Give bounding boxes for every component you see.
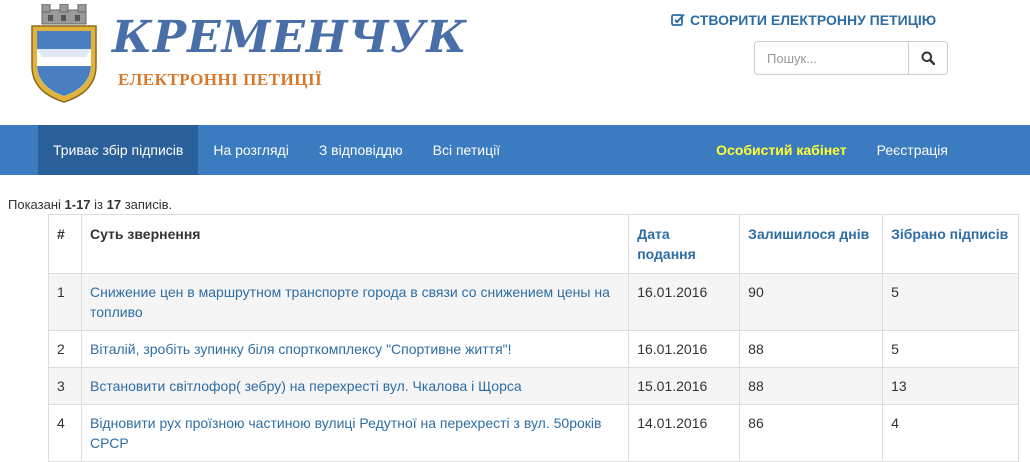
row-subject: Снижение цен в маршрутном транспорте гор… [80, 273, 630, 331]
petition-link[interactable]: Відновити рух проїзною частиною вулиці Р… [90, 415, 601, 451]
petition-link[interactable]: Віталій, зробіть зупинку біля спорткомпл… [90, 341, 512, 357]
column-header-subject: Суть звернення [80, 214, 630, 274]
table-row: 2 Віталій, зробіть зупинку біля спортком… [48, 330, 1019, 368]
row-subject: Віталій, зробіть зупинку біля спорткомпл… [80, 330, 630, 368]
edit-checkbox-icon [671, 13, 685, 27]
row-days-left: 88 [739, 330, 884, 368]
row-days-left: 90 [739, 273, 884, 331]
nav-under-review[interactable]: На розгляді [198, 125, 303, 175]
row-days-left: 86 [739, 404, 884, 462]
row-signatures: 13 [882, 367, 1019, 405]
search-input[interactable] [754, 41, 909, 75]
row-date: 15.01.2016 [628, 367, 741, 405]
city-name: КРЕМЕНЧУК [112, 12, 468, 63]
petition-link[interactable]: Снижение цен в маршрутном транспорте гор… [90, 284, 610, 320]
nav-with-answer[interactable]: З відповіддю [304, 125, 418, 175]
column-header-days-left[interactable]: Залишилося днів [739, 214, 884, 274]
row-subject: Встановити світлофор( зебру) на перехрес… [80, 367, 630, 405]
column-header-date[interactable]: Дата подання [628, 214, 741, 274]
table-header-row: # Суть звернення Дата подання Залишилося… [48, 214, 1019, 274]
petitions-table: # Суть звернення Дата подання Залишилося… [48, 214, 1019, 462]
create-petition-label: СТВОРИТИ ЕЛЕКТРОННУ ПЕТИЦІЮ [690, 12, 937, 28]
table-row: 3 Встановити світлофор( зебру) на перехр… [48, 367, 1019, 405]
row-date: 14.01.2016 [628, 404, 741, 462]
row-date: 16.01.2016 [628, 330, 741, 368]
search-button[interactable] [909, 41, 948, 75]
table-row: 4 Відновити рух проїзною частиною вулиці… [48, 404, 1019, 462]
site-subtitle: ЕЛЕКТРОННІ ПЕТИЦІЇ [118, 70, 323, 89]
petition-link[interactable]: Встановити світлофор( зебру) на перехрес… [90, 378, 522, 394]
row-days-left: 88 [739, 367, 884, 405]
search-icon [921, 51, 935, 65]
row-subject: Відновити рух проїзною частиною вулиці Р… [80, 404, 630, 462]
row-signatures: 5 [882, 273, 1019, 331]
search-form [754, 41, 948, 75]
row-number: 3 [48, 367, 82, 405]
city-crest-icon [31, 4, 97, 103]
row-signatures: 4 [882, 404, 1019, 462]
site-logo[interactable]: КРЕМЕНЧУК ЕЛЕКТРОННІ ПЕТИЦІЇ [24, 4, 466, 104]
row-number: 2 [48, 330, 82, 368]
records-summary: Показані 1-17 із 17 записів. [8, 197, 173, 212]
column-header-signatures[interactable]: Зібрано підписів [882, 214, 1019, 274]
table-row: 1 Снижение цен в маршрутном транспорте г… [48, 273, 1019, 331]
column-header-number: # [48, 214, 82, 274]
nav-personal-cabinet[interactable]: Особистий кабінет [701, 125, 861, 175]
main-navbar: Триває збір підписів На розгляді З відпо… [0, 125, 1030, 175]
nav-collecting-signatures[interactable]: Триває збір підписів [38, 125, 199, 175]
row-date: 16.01.2016 [628, 273, 741, 331]
row-number: 4 [48, 404, 82, 462]
nav-registration[interactable]: Реєстрація [862, 125, 963, 175]
site-header: КРЕМЕНЧУК ЕЛЕКТРОННІ ПЕТИЦІЇ СТВОРИТИ ЕЛ… [0, 0, 1030, 125]
row-number: 1 [48, 273, 82, 331]
create-petition-link[interactable]: СТВОРИТИ ЕЛЕКТРОННУ ПЕТИЦІЮ [671, 12, 936, 28]
row-signatures: 5 [882, 330, 1019, 368]
nav-all-petitions[interactable]: Всі петиції [418, 125, 516, 175]
